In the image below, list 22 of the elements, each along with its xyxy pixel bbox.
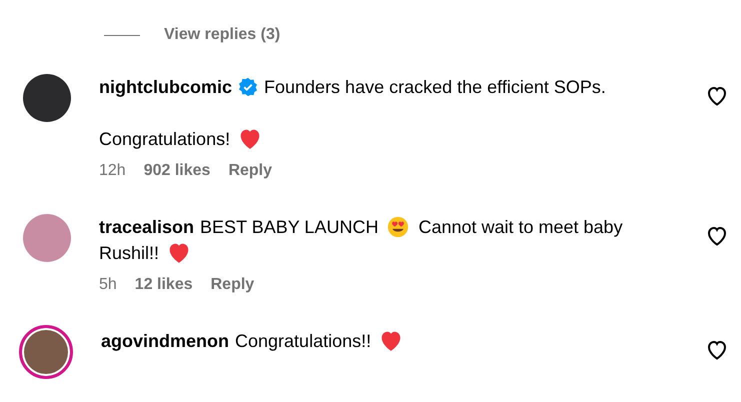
username[interactable]: tracealison: [99, 214, 194, 240]
reply-button[interactable]: Reply: [210, 276, 254, 294]
comment-time: 12h: [99, 162, 126, 180]
comment-text: Founders have cracked the efficient SOPs.: [264, 76, 606, 99]
comment-text: Congratulations!!: [235, 330, 372, 353]
user-avatar[interactable]: [23, 74, 71, 122]
like-count[interactable]: 902 likes: [144, 162, 210, 180]
comment-text: Cannot wait to meet baby: [418, 216, 623, 239]
like-count[interactable]: 12 likes: [134, 276, 193, 294]
like-heart-icon[interactable]: [707, 86, 727, 106]
comment-text: Rushil!!: [99, 242, 160, 265]
username[interactable]: nightclubcomic: [99, 74, 232, 100]
view-replies-link[interactable]: View replies (3): [164, 26, 280, 44]
user-avatar[interactable]: [19, 325, 73, 379]
like-heart-icon[interactable]: [707, 340, 727, 360]
comment-text: BEST BABY LAUNCH: [200, 216, 378, 239]
username[interactable]: agovindmenon: [101, 328, 230, 354]
comment-text: Congratulations!: [99, 128, 230, 151]
heart-eyes-smiley-icon: [386, 216, 410, 238]
comment-time: 5h: [99, 276, 117, 294]
like-heart-icon[interactable]: [707, 226, 727, 246]
reply-button[interactable]: Reply: [228, 162, 272, 180]
